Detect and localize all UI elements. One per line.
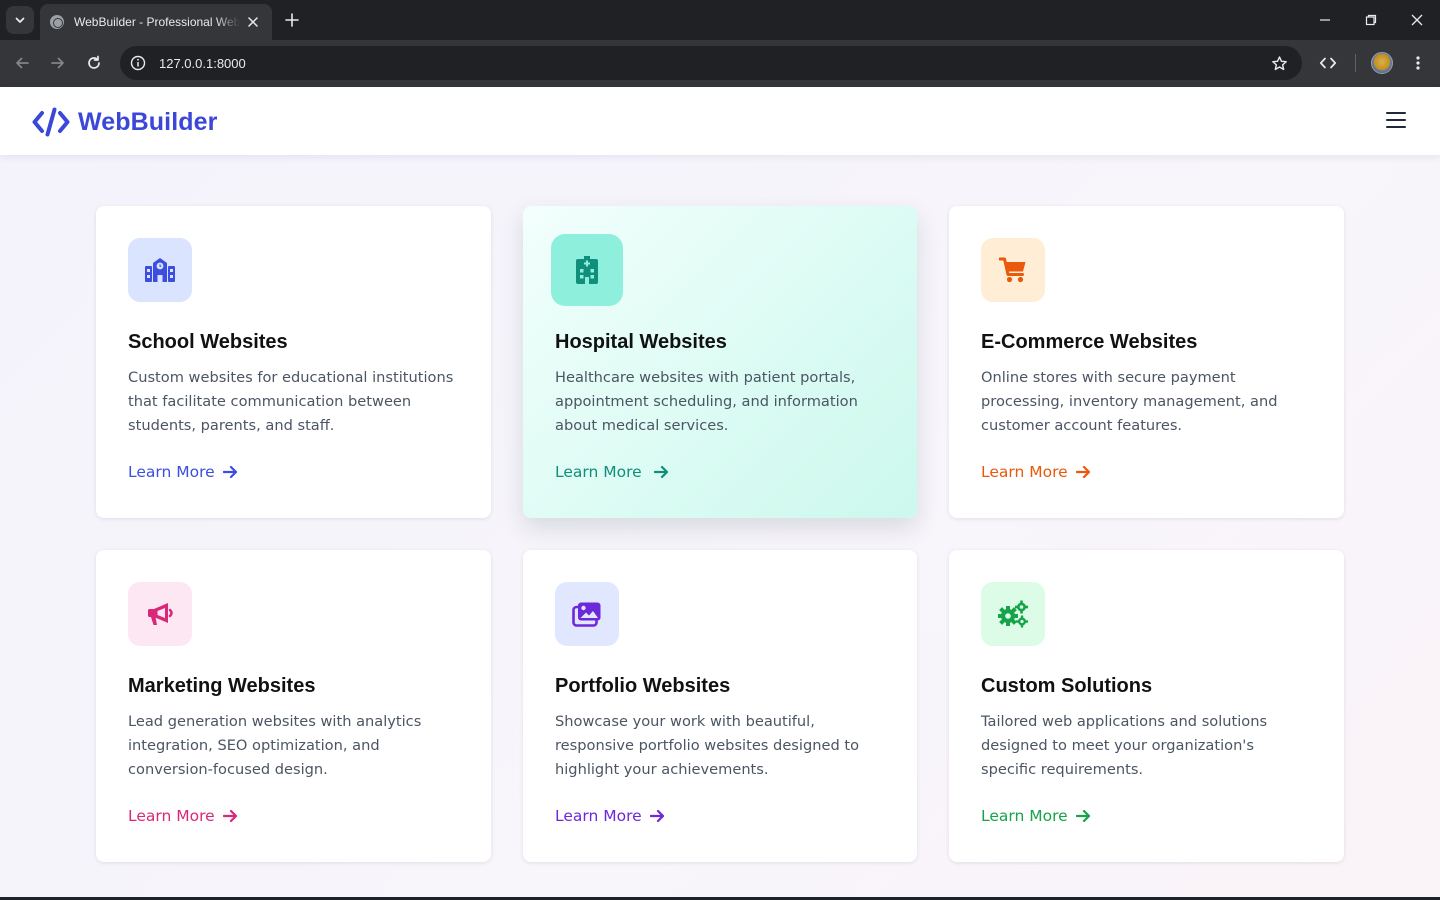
card-description: Showcase your work with beautiful, respo… <box>555 713 859 778</box>
toolbar-divider <box>1355 54 1356 72</box>
megaphone-icon <box>128 582 192 646</box>
more-vertical-icon <box>1416 56 1420 70</box>
service-card-custom: Custom Solutions Tailored web applicatio… <box>949 550 1344 862</box>
site-info-icon[interactable] <box>130 55 146 71</box>
address-bar[interactable]: 127.0.0.1:8000 <box>120 46 1302 80</box>
arrow-right-icon <box>1075 465 1090 479</box>
learn-more-link[interactable]: Learn More <box>128 463 238 481</box>
services-section: School Websites Custom websites for educ… <box>0 155 1440 898</box>
restore-button[interactable] <box>1348 0 1394 40</box>
tab-search-button[interactable] <box>6 6 34 34</box>
hospital-icon <box>551 234 623 306</box>
code-icon <box>1319 57 1337 69</box>
card-title: E-Commerce Websites <box>981 331 1198 353</box>
reload-icon <box>88 55 100 69</box>
learn-more-label: Learn More <box>981 807 1068 825</box>
learn-more-label: Learn More <box>981 463 1068 481</box>
learn-more-link[interactable]: Learn More <box>981 463 1091 481</box>
globe-icon <box>50 15 64 29</box>
browser-tab-bar: WebBuilder - Professional Website Soluti… <box>0 0 1440 40</box>
minimize-button[interactable] <box>1302 0 1348 40</box>
arrow-right-icon <box>649 809 664 823</box>
profile-avatar[interactable] <box>1371 52 1393 74</box>
card-description: Healthcare websites with patient portals… <box>555 369 858 434</box>
hamburger-line <box>1386 126 1406 128</box>
card-title: Custom Solutions <box>981 675 1153 697</box>
reload-button[interactable] <box>80 49 108 77</box>
learn-more-link[interactable]: Learn More <box>555 463 669 481</box>
learn-more-label: Learn More <box>128 463 215 481</box>
gears-icon <box>981 582 1045 646</box>
code-icon <box>32 107 70 137</box>
learn-more-label: Learn More <box>128 807 215 825</box>
learn-more-link[interactable]: Learn More <box>555 807 665 825</box>
learn-more-link[interactable]: Learn More <box>128 807 238 825</box>
learn-more-label: Learn More <box>555 463 642 481</box>
service-card-school: School Websites Custom websites for educ… <box>96 206 491 518</box>
new-tab-button[interactable] <box>280 8 304 32</box>
bookmark-star-icon[interactable] <box>1270 54 1288 72</box>
devtools-code-button[interactable] <box>1314 49 1342 77</box>
service-card-portfolio: Portfolio Websites Showcase your work wi… <box>523 550 917 862</box>
chevron-down-icon <box>15 17 25 23</box>
site-header: WebBuilder <box>0 87 1440 155</box>
service-card-hospital: Hospital Websites Healthcare websites wi… <box>523 206 917 518</box>
arrow-right-icon <box>51 57 64 69</box>
arrow-right-icon <box>1075 809 1090 823</box>
card-description: Tailored web applications and solutions … <box>981 713 1268 778</box>
service-card-marketing: Marketing Websites Lead generation websi… <box>96 550 491 862</box>
arrow-right-icon <box>653 465 668 479</box>
card-title: Portfolio Websites <box>555 675 731 697</box>
back-button[interactable] <box>8 49 36 77</box>
hamburger-line <box>1386 112 1406 114</box>
school-icon <box>128 238 192 302</box>
card-description: Online stores with secure payment proces… <box>981 369 1278 434</box>
tab-close-button[interactable] <box>244 13 262 31</box>
arrow-left-icon <box>16 57 29 69</box>
window-close-button[interactable] <box>1394 0 1440 40</box>
arrow-right-icon <box>222 465 237 479</box>
browser-toolbar: 127.0.0.1:8000 <box>0 40 1440 87</box>
card-description: Custom websites for educational institut… <box>128 369 454 434</box>
card-title: School Websites <box>128 331 288 353</box>
hamburger-menu-button[interactable] <box>1384 110 1408 130</box>
browser-tab[interactable]: WebBuilder - Professional Website Soluti… <box>40 4 272 40</box>
browser-menu-button[interactable] <box>1404 49 1432 77</box>
shopping-cart-icon <box>981 238 1045 302</box>
service-card-ecommerce: E-Commerce Websites Online stores with s… <box>949 206 1344 518</box>
minimize-icon <box>1320 19 1330 21</box>
forward-button[interactable] <box>44 49 72 77</box>
hamburger-line <box>1386 119 1406 121</box>
brand-logo[interactable]: WebBuilder <box>32 107 217 137</box>
learn-more-link[interactable]: Learn More <box>981 807 1091 825</box>
arrow-right-icon <box>222 809 237 823</box>
card-title: Hospital Websites <box>555 331 727 353</box>
learn-more-label: Learn More <box>555 807 642 825</box>
close-icon <box>1411 14 1423 26</box>
close-icon <box>248 17 258 27</box>
tab-title: WebBuilder - Professional Website Soluti… <box>74 15 240 29</box>
restore-icon <box>1365 14 1377 26</box>
plus-icon <box>285 13 299 27</box>
brand-name: WebBuilder <box>78 107 218 136</box>
url-text: 127.0.0.1:8000 <box>159 55 246 71</box>
card-description: Lead generation websites with analytics … <box>128 713 422 778</box>
card-title: Marketing Websites <box>128 675 316 697</box>
images-icon <box>555 582 619 646</box>
